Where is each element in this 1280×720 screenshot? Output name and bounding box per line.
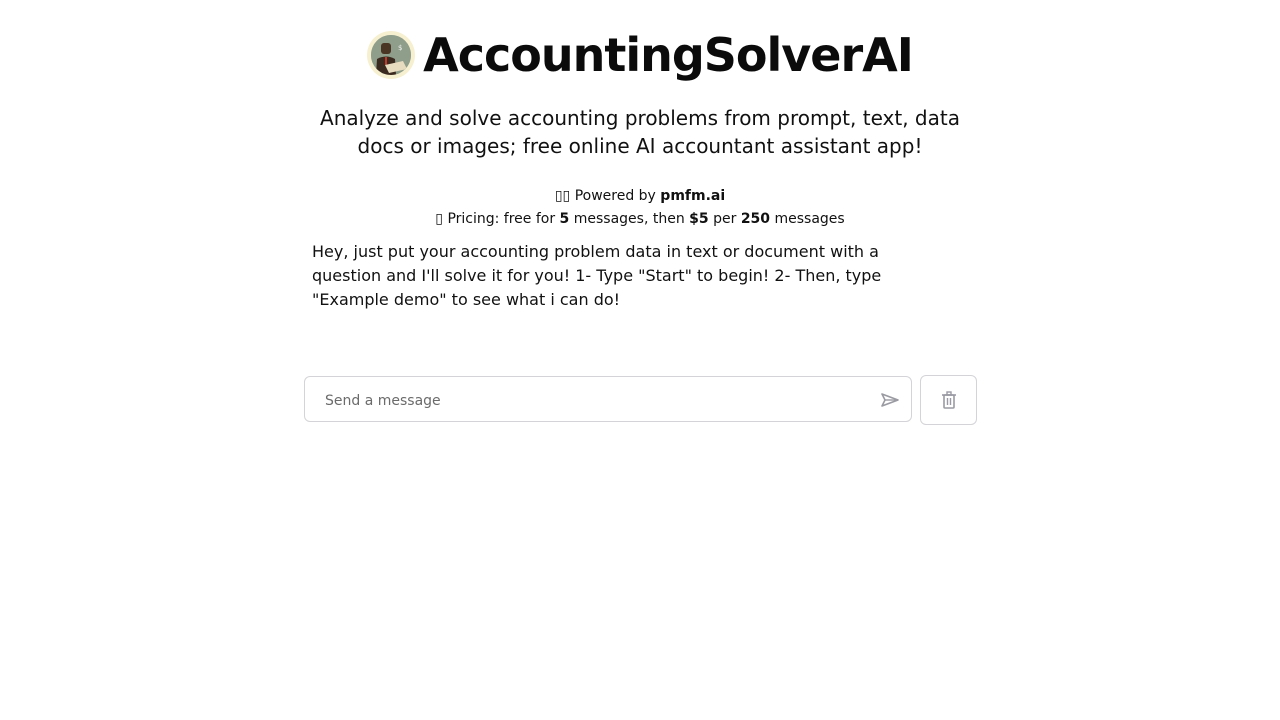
app-title: AccountingSolverAI [423,28,914,82]
send-button[interactable] [879,389,901,411]
app-header: $ AccountingSolverAI [0,28,1280,82]
send-icon [881,393,899,407]
pricing-glyph-icon: ▯ [435,211,448,227]
powered-by-line: ▯▯ Powered by pmfm.ai [554,188,726,204]
intro-message: Hey, just put your accounting problem da… [312,242,882,309]
svg-text:$: $ [398,44,402,52]
message-composer [304,376,912,425]
accountant-avatar-icon: $ [367,31,416,79]
pricing-line: ▯ Pricing: free for 5 messages, then $5 … [435,211,845,227]
app-subtitle: Analyze and solve accounting problems fr… [320,106,960,158]
powered-glyph-icon: ▯▯ [554,188,575,204]
clear-chat-button[interactable] [920,375,977,425]
message-input[interactable] [323,377,867,425]
powered-brand-link[interactable]: pmfm.ai [660,188,725,204]
trash-icon [941,391,956,409]
